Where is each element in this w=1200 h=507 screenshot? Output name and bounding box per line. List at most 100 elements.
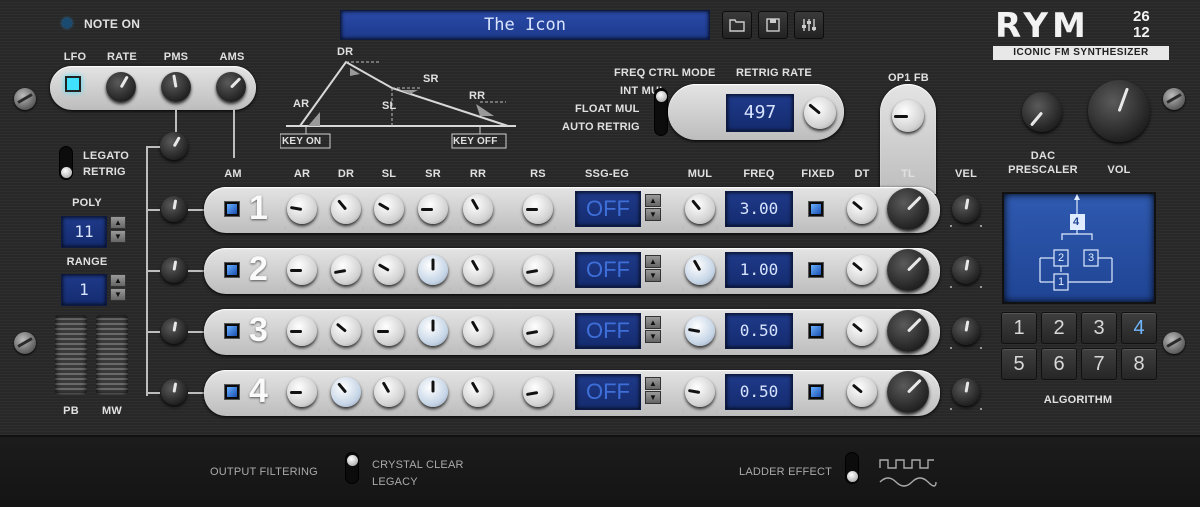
tl-knob[interactable] [887,371,929,413]
sl-knob[interactable] [374,316,404,346]
rs-knob[interactable] [523,194,553,224]
down-arrow-icon[interactable]: ▼ [110,288,126,301]
dr-knob[interactable] [331,255,361,285]
lfo-toggle-button[interactable] [65,76,81,92]
retrig-rate-knob[interactable] [804,97,836,129]
freq-mode-switch[interactable] [654,88,668,136]
range-stepper[interactable]: ▲ ▼ [110,274,126,302]
up-arrow-icon[interactable]: ▲ [645,377,661,390]
sl-knob[interactable] [374,255,404,285]
volume-knob[interactable] [1088,80,1150,142]
algorithm-button-3[interactable]: 3 [1081,312,1117,344]
folder-icon[interactable] [722,11,752,39]
algorithm-button-7[interactable]: 7 [1081,348,1117,380]
lfo-depth-knob[interactable] [160,132,188,160]
poly-stepper[interactable]: ▲ ▼ [110,216,126,244]
mul-knob[interactable] [685,255,715,285]
ar-knob[interactable] [287,255,317,285]
fixed-toggle-button[interactable] [809,263,823,277]
dr-knob[interactable] [331,316,361,346]
crystal-clear-option[interactable]: CRYSTAL CLEAR [372,459,464,471]
rs-knob[interactable] [523,255,553,285]
rr-knob[interactable] [463,255,493,285]
sl-knob[interactable] [374,194,404,224]
tl-knob[interactable] [887,310,929,352]
freq-mode-auto-retrig[interactable]: AUTO RETRIG [562,121,640,133]
vel-knob[interactable] [952,256,980,284]
preset-name-display[interactable]: The Icon [340,10,710,40]
algorithm-button-5[interactable]: 5 [1001,348,1037,380]
rr-knob[interactable] [463,194,493,224]
rr-knob[interactable] [463,377,493,407]
mul-knob[interactable] [685,316,715,346]
up-arrow-icon[interactable]: ▲ [645,316,661,329]
dt-knob[interactable] [847,194,877,224]
vel-knob[interactable] [952,317,980,345]
lfo-op-knob[interactable] [161,318,187,344]
freq-mode-float-mul[interactable]: FLOAT MUL [575,103,640,115]
algorithm-button-2[interactable]: 2 [1041,312,1077,344]
mul-knob[interactable] [685,194,715,224]
up-arrow-icon[interactable]: ▲ [110,274,126,287]
ssg-eg-stepper[interactable]: ▲ ▼ [645,377,661,405]
pitch-bend-wheel[interactable] [55,315,87,395]
down-arrow-icon[interactable]: ▼ [110,230,126,243]
ssg-eg-stepper[interactable]: ▲ ▼ [645,316,661,344]
sr-knob[interactable] [418,377,448,407]
down-arrow-icon[interactable]: ▼ [645,391,661,404]
legacy-option[interactable]: LEGACY [372,476,418,488]
sr-knob[interactable] [418,194,448,224]
sliders-icon[interactable] [794,11,824,39]
tl-knob[interactable] [887,188,929,230]
algorithm-button-8[interactable]: 8 [1121,348,1157,380]
sl-knob[interactable] [374,377,404,407]
fixed-toggle-button[interactable] [809,202,823,216]
lfo-op-knob[interactable] [161,196,187,222]
save-icon[interactable] [758,11,788,39]
am-toggle-button[interactable] [225,385,239,399]
lfo-op-knob[interactable] [161,257,187,283]
mul-knob[interactable] [685,377,715,407]
am-toggle-button[interactable] [225,324,239,338]
rs-knob[interactable] [523,377,553,407]
ams-knob[interactable] [216,72,246,102]
dac-prescaler-knob[interactable] [1022,92,1062,132]
down-arrow-icon[interactable]: ▼ [645,269,661,282]
ladder-effect-switch[interactable] [845,452,859,484]
rate-knob[interactable] [106,72,136,102]
algorithm-button-1[interactable]: 1 [1001,312,1037,344]
sr-knob[interactable] [418,255,448,285]
ssg-eg-stepper[interactable]: ▲ ▼ [645,255,661,283]
legato-retrig-switch[interactable] [59,146,73,180]
ar-knob[interactable] [287,316,317,346]
dr-knob[interactable] [331,377,361,407]
dr-knob[interactable] [331,194,361,224]
vel-knob[interactable] [952,378,980,406]
ssg-eg-stepper[interactable]: ▲ ▼ [645,194,661,222]
dt-knob[interactable] [847,255,877,285]
am-toggle-button[interactable] [225,263,239,277]
ar-knob[interactable] [287,377,317,407]
down-arrow-icon[interactable]: ▼ [645,330,661,343]
fixed-toggle-button[interactable] [809,324,823,338]
mod-wheel[interactable] [96,315,128,395]
fixed-toggle-button[interactable] [809,385,823,399]
up-arrow-icon[interactable]: ▲ [645,255,661,268]
up-arrow-icon[interactable]: ▲ [645,194,661,207]
dt-knob[interactable] [847,377,877,407]
pms-knob[interactable] [161,72,191,102]
down-arrow-icon[interactable]: ▼ [645,208,661,221]
output-filtering-switch[interactable] [345,452,359,484]
vel-knob[interactable] [952,195,980,223]
algorithm-button-6[interactable]: 6 [1041,348,1077,380]
op1-fb-knob[interactable] [892,100,924,132]
lfo-op-knob[interactable] [161,379,187,405]
dt-knob[interactable] [847,316,877,346]
sr-knob[interactable] [418,316,448,346]
rs-knob[interactable] [523,316,553,346]
ar-knob[interactable] [287,194,317,224]
rr-knob[interactable] [463,316,493,346]
am-toggle-button[interactable] [225,202,239,216]
tl-knob[interactable] [887,249,929,291]
algorithm-button-4[interactable]: 4 [1121,312,1157,344]
